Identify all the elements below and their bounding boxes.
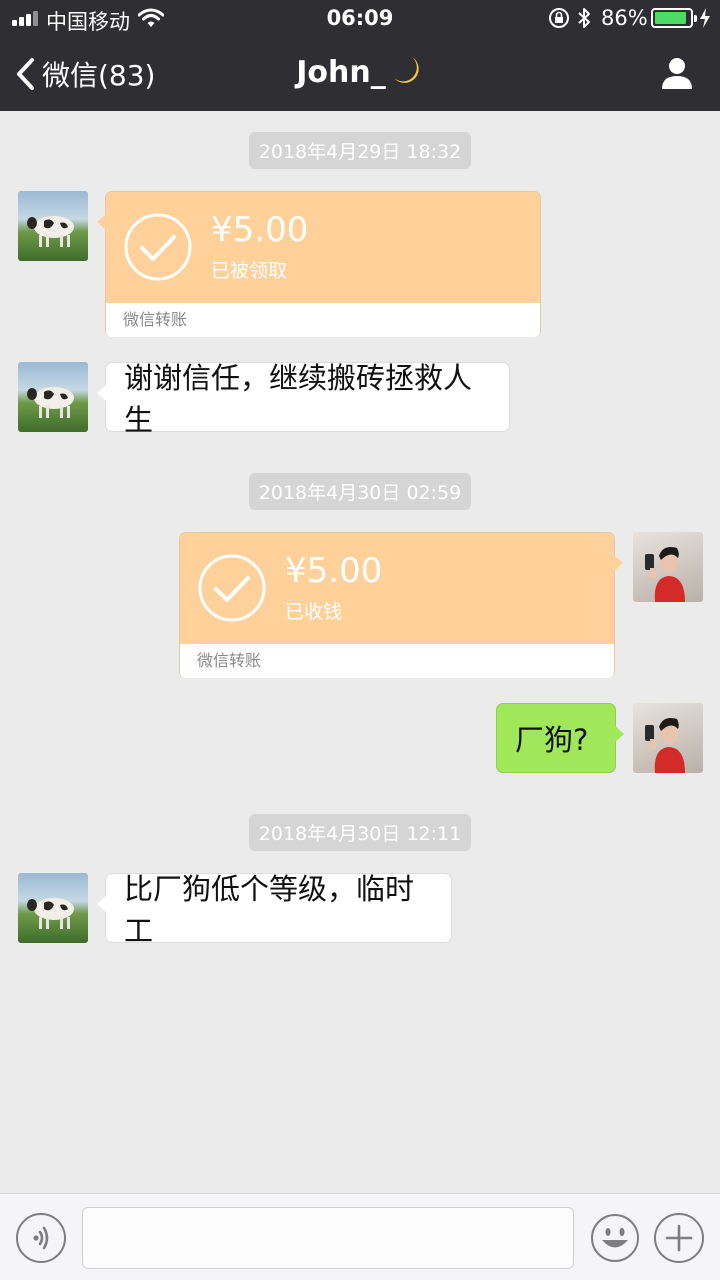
- person-icon[interactable]: [660, 56, 694, 90]
- message-bubble[interactable]: 厂狗?: [496, 703, 624, 773]
- timestamp: 2018年4月29日 18:32: [0, 132, 720, 169]
- timestamp-label: 2018年4月30日 02:59: [248, 473, 472, 510]
- timestamp-label: 2018年4月30日 12:11: [248, 814, 472, 851]
- transfer-status: 已收钱: [285, 601, 343, 623]
- contact-avatar[interactable]: [18, 362, 88, 432]
- timestamp: 2018年4月30日 12:11: [0, 814, 720, 851]
- emoji-icon: [591, 1214, 639, 1262]
- cow-image: [27, 387, 74, 418]
- message-text: 谢谢信任，继续搬砖拯救人生: [124, 361, 473, 437]
- transfer-status: 已被领取: [211, 260, 288, 282]
- check-circle-icon: [198, 554, 266, 622]
- transfer-card-top: ¥5.00 已被领取: [97, 192, 540, 303]
- input-bar: [0, 1193, 720, 1280]
- my-avatar[interactable]: [633, 532, 703, 602]
- charging-icon: [700, 8, 710, 28]
- my-avatar[interactable]: [633, 703, 703, 773]
- timestamp-label: 2018年4月29日 18:32: [248, 132, 472, 169]
- battery-percent: 86%: [601, 6, 648, 30]
- timestamp: 2018年4月30日 02:59: [0, 473, 720, 510]
- message-bubble[interactable]: 比厂狗低个等级，临时工: [97, 872, 452, 948]
- status-bar: 中国移动 06:09 86%: [0, 0, 720, 38]
- chat-title: John_: [0, 54, 720, 90]
- plus-icon: [665, 1224, 693, 1252]
- voice-button[interactable]: [16, 1213, 66, 1263]
- contact-avatar[interactable]: [18, 191, 88, 261]
- transfer-card[interactable]: ¥5.00 已被领取 微信转账: [97, 191, 541, 337]
- transfer-amount: ¥5.00: [211, 210, 309, 250]
- message-text: 厂狗?: [515, 723, 589, 757]
- top-bar: 中国移动 06:09 86% 微信(83) John_: [0, 0, 720, 111]
- crescent-moon-icon: [393, 57, 419, 83]
- emoji-button[interactable]: [590, 1213, 640, 1263]
- message-input[interactable]: [82, 1207, 574, 1269]
- transfer-card[interactable]: ¥5.00 已收钱 微信转账: [179, 532, 623, 678]
- person-photo: [645, 718, 685, 773]
- person-photo: [645, 547, 685, 602]
- cow-image: [27, 898, 74, 929]
- message-text: 比厂狗低个等级，临时工: [124, 872, 415, 948]
- chat-title-text: John_: [296, 55, 386, 90]
- voice-icon: [33, 1226, 49, 1250]
- nav-bar: 微信(83) John_: [0, 38, 720, 111]
- message-bubble[interactable]: 谢谢信任，继续搬砖拯救人生: [97, 361, 510, 437]
- contact-avatar[interactable]: [18, 873, 88, 943]
- rotation-lock-icon: [549, 8, 569, 28]
- transfer-amount: ¥5.00: [285, 551, 383, 591]
- cow-image: [27, 216, 74, 247]
- transfer-card-top: ¥5.00 已收钱: [180, 533, 623, 644]
- battery-icon: [651, 8, 697, 28]
- plus-button[interactable]: [654, 1213, 704, 1263]
- transfer-footer: 微信转账: [106, 303, 540, 337]
- transfer-footer: 微信转账: [180, 644, 614, 678]
- bluetooth-icon: [578, 8, 590, 28]
- check-circle-icon: [124, 213, 192, 281]
